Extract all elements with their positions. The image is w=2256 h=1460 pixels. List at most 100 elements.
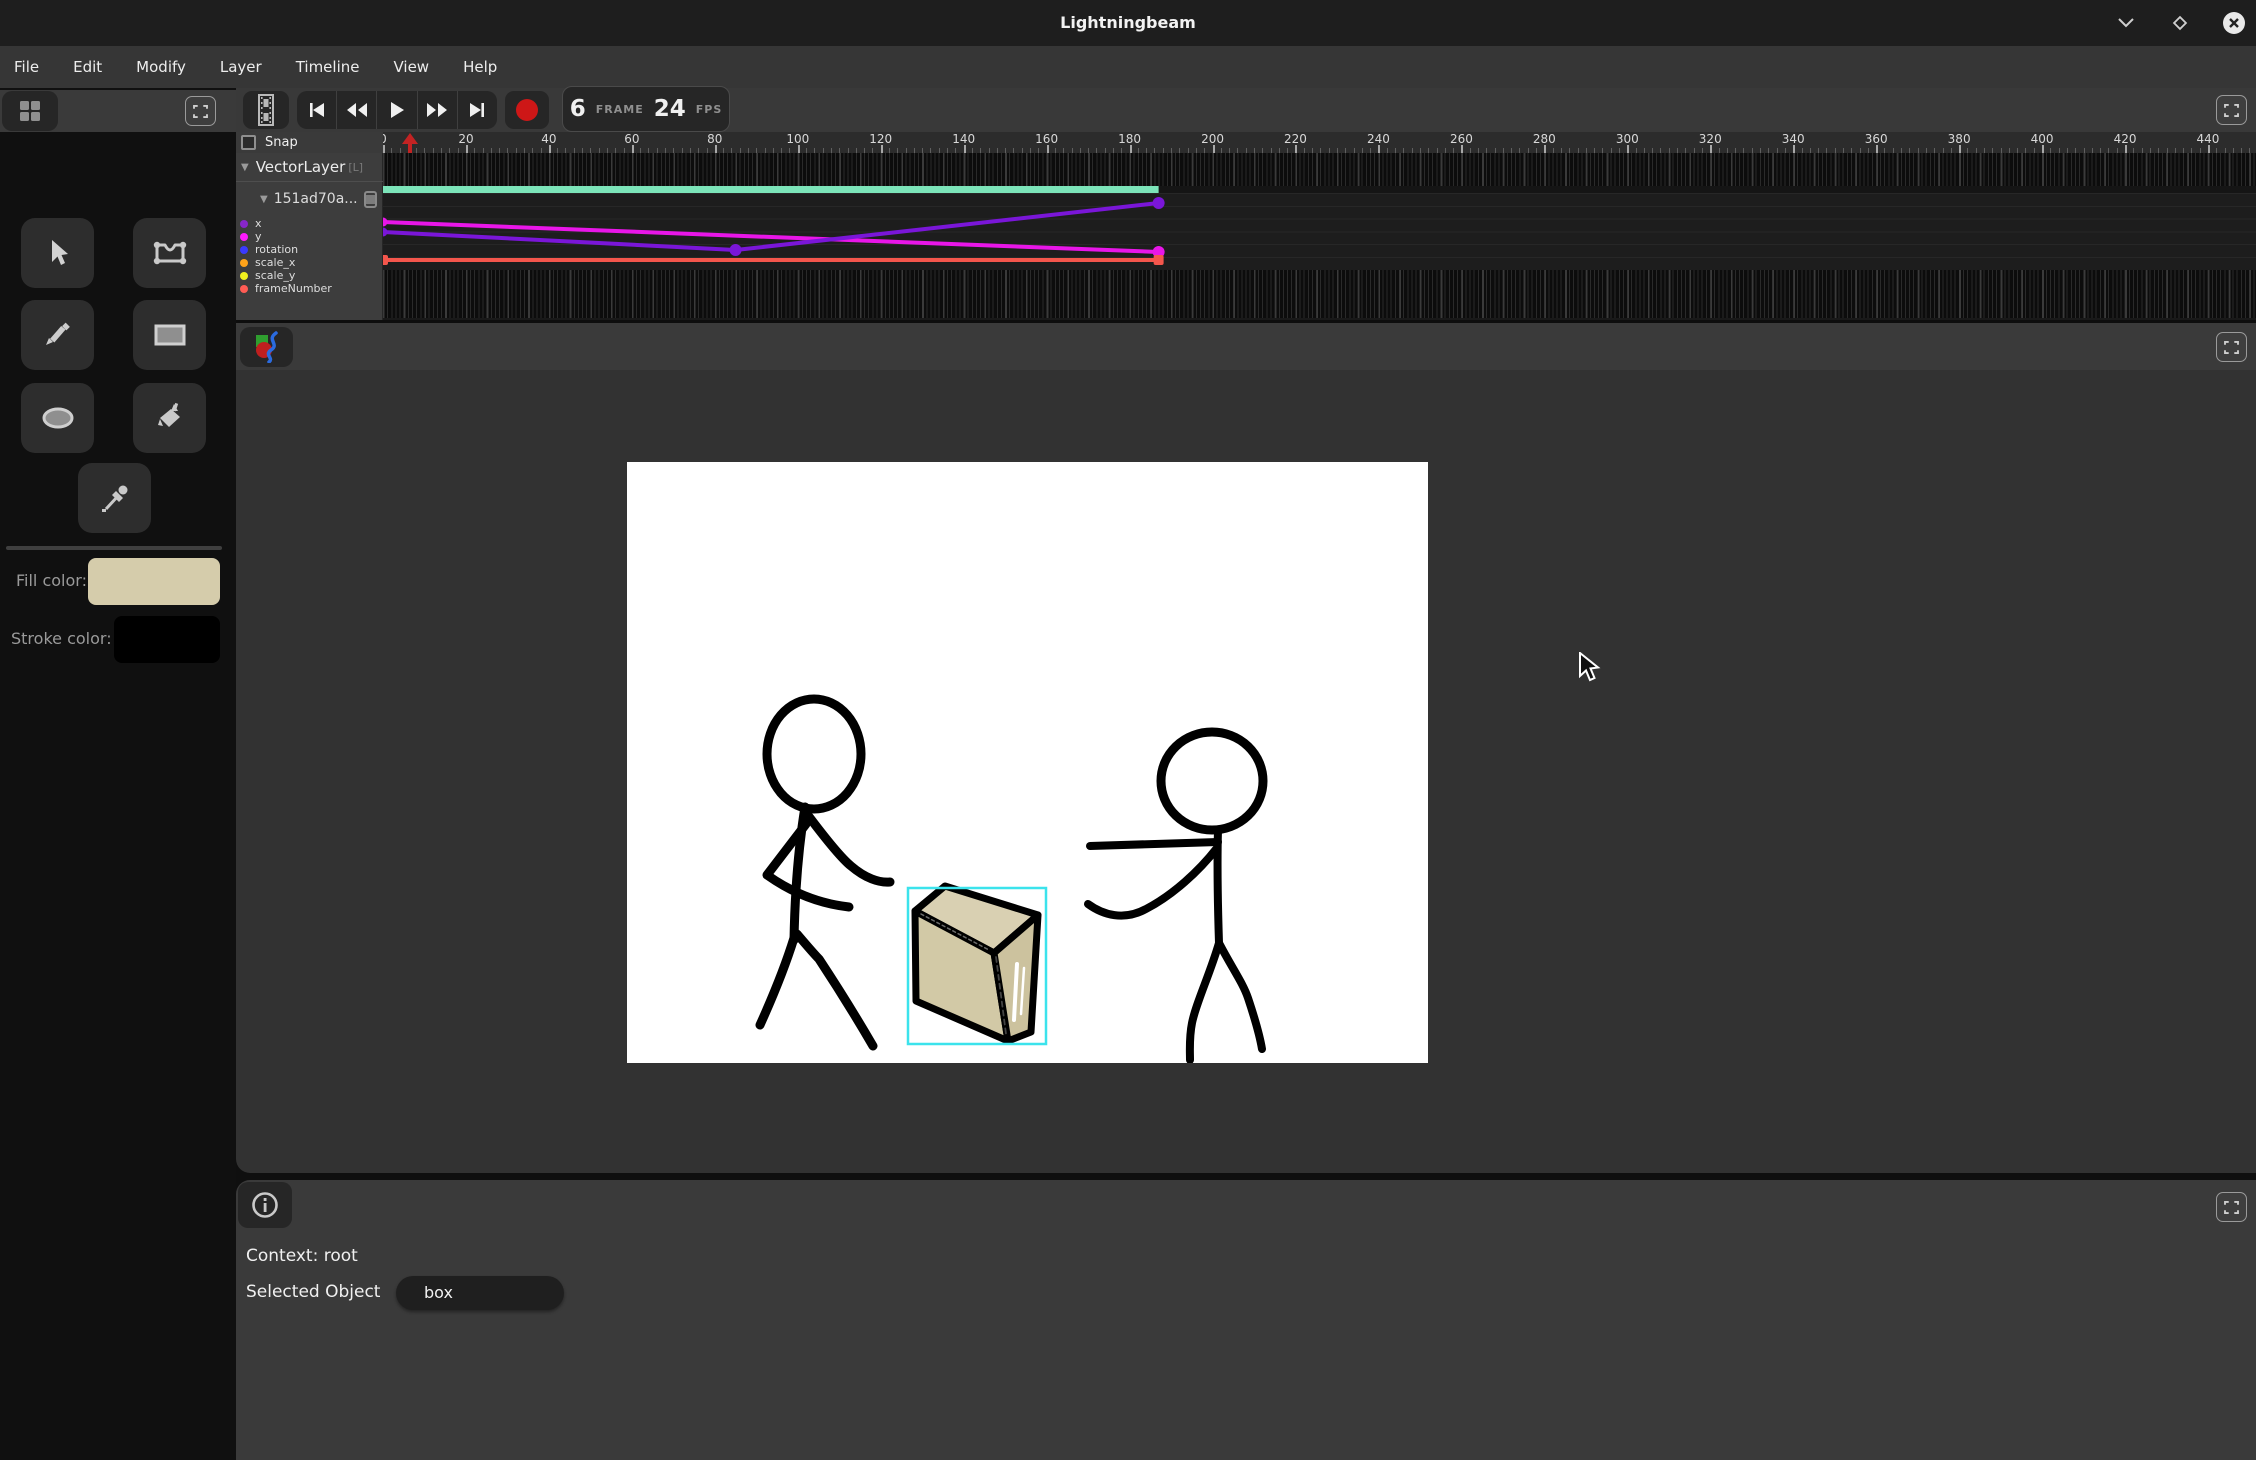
tools-expand-button[interactable] [185, 96, 216, 126]
stick-figure-left [760, 699, 890, 1046]
expand-icon [2224, 104, 2239, 117]
selected-object-input[interactable]: box [396, 1276, 564, 1310]
keyframe-square[interactable] [1154, 255, 1164, 265]
snap-checkbox[interactable] [241, 135, 256, 150]
keyframe-square[interactable] [383, 255, 388, 265]
tool-eyedropper-button[interactable] [78, 463, 151, 533]
property-color-dot [240, 259, 248, 267]
shapes-icon [252, 331, 282, 363]
skip-to-start-button[interactable] [297, 91, 337, 129]
menu-item-file[interactable]: File [12, 54, 41, 80]
ruler-label: 60 [624, 132, 639, 146]
menu-item-edit[interactable]: Edit [71, 54, 104, 80]
box-object [915, 886, 1038, 1041]
object-layer-name: 151ad70a... [274, 191, 358, 207]
tool-select-button[interactable] [21, 218, 94, 288]
timeline-toolbar: 6 FRAME 24 FPS [236, 88, 2256, 132]
rectangle-icon [153, 323, 187, 347]
tool-transform-button[interactable] [133, 218, 206, 288]
ruler-label: 240 [1367, 132, 1390, 146]
fast-forward-button[interactable] [418, 91, 458, 129]
keyframe-dot[interactable] [383, 218, 388, 227]
menu-item-view[interactable]: View [391, 54, 431, 80]
stroke-color-label: Stroke color: [11, 629, 112, 648]
menu-item-timeline[interactable]: Timeline [294, 54, 362, 80]
expand-icon [2224, 341, 2239, 354]
canvas-expand-button[interactable] [2216, 332, 2247, 362]
ruler-label: 320 [1699, 132, 1722, 146]
property-row-scale_y[interactable]: scale_y [240, 269, 332, 282]
property-row-x[interactable]: x [240, 217, 332, 230]
timeline-ruler[interactable]: 0204060801001201401601802002202402602803… [383, 132, 2256, 153]
property-row-frameNumber[interactable]: frameNumber [240, 282, 332, 295]
menu-item-layer[interactable]: Layer [218, 54, 264, 80]
playhead[interactable] [410, 133, 418, 154]
frames-area[interactable] [383, 153, 2256, 320]
property-label: rotation [255, 243, 298, 256]
skip-to-end-button[interactable] [458, 91, 497, 129]
inspector-panel: Context: root Selected Object box [236, 1180, 2256, 1460]
artboard[interactable] [627, 462, 1428, 1063]
frame-fps-display: 6 FRAME 24 FPS [562, 86, 730, 132]
close-icon[interactable] [2220, 9, 2248, 37]
ruler-label: 420 [2114, 132, 2137, 146]
property-label: scale_y [255, 269, 295, 282]
film-roll-icon [256, 94, 276, 126]
maximize-icon[interactable] [2166, 9, 2194, 37]
inspector-expand-button[interactable] [2216, 1192, 2247, 1222]
tool-ellipse-button[interactable] [21, 383, 94, 453]
menu-item-modify[interactable]: Modify [134, 54, 188, 80]
stick-figure-right [1088, 732, 1263, 1060]
fill-color-swatch[interactable] [88, 558, 220, 605]
ruler-label: 80 [707, 132, 722, 146]
fps-value[interactable]: 24 [654, 96, 686, 122]
ruler-label: 220 [1284, 132, 1307, 146]
keyframe-dot[interactable] [383, 228, 388, 237]
info-tab-button[interactable] [238, 1182, 292, 1228]
property-row-scale_x[interactable]: scale_x [240, 256, 332, 269]
snap-toggle[interactable]: Snap [236, 132, 383, 153]
tools-panel-header [0, 90, 236, 132]
tool-paint-bucket-button[interactable] [133, 383, 206, 453]
timeline-expand-button[interactable] [2216, 95, 2247, 125]
ruler-label: 360 [1865, 132, 1888, 146]
ruler-label: 180 [1118, 132, 1141, 146]
playhead-arrow-icon [402, 133, 418, 144]
tool-rectangle-button[interactable] [133, 300, 206, 370]
select-arrow-icon [43, 237, 73, 269]
rewind-button[interactable] [337, 91, 377, 129]
canvas-tab-bar [236, 323, 2256, 370]
collapse-triangle-icon[interactable]: ▼ [241, 162, 249, 173]
property-label: y [255, 230, 262, 243]
animation-curves[interactable] [383, 153, 2256, 320]
property-row-y[interactable]: y [240, 230, 332, 243]
play-button[interactable] [377, 91, 417, 129]
paint-bucket-icon [154, 402, 186, 434]
film-roll-button[interactable] [243, 91, 289, 129]
layer-span-bar[interactable] [383, 186, 1159, 193]
canvas-tab-button[interactable] [240, 327, 293, 367]
stroke-color-swatch[interactable] [114, 616, 220, 663]
scene-drawing [627, 462, 1428, 1063]
fill-color-label: Fill color: [16, 571, 87, 590]
keyframe-dot[interactable] [730, 244, 742, 256]
layer-row-vectorlayer[interactable]: ▼ VectorLayer [L] [236, 153, 383, 182]
keyframe-dot[interactable] [1153, 197, 1165, 209]
record-button[interactable] [505, 91, 549, 129]
property-color-dot [240, 233, 248, 241]
tool-pencil-button[interactable] [21, 300, 94, 370]
layer-suffix: [L] [348, 161, 363, 174]
current-frame-value[interactable]: 6 [570, 96, 586, 122]
collapse-triangle-icon[interactable]: ▼ [260, 194, 268, 205]
transform-icon [152, 238, 188, 268]
property-label: scale_x [255, 256, 295, 269]
layer-swatch-button[interactable] [364, 191, 377, 208]
ruler-label: 160 [1035, 132, 1058, 146]
property-row-rotation[interactable]: rotation [240, 243, 332, 256]
tools-grid-button[interactable] [2, 91, 58, 131]
selected-object-label: Selected Object [246, 1282, 380, 1302]
menu-item-help[interactable]: Help [461, 54, 499, 80]
ruler-label: 400 [2031, 132, 2054, 146]
layer-row-object[interactable]: ▼ 151ad70a... ~ [236, 185, 383, 213]
minimize-icon[interactable] [2112, 9, 2140, 37]
